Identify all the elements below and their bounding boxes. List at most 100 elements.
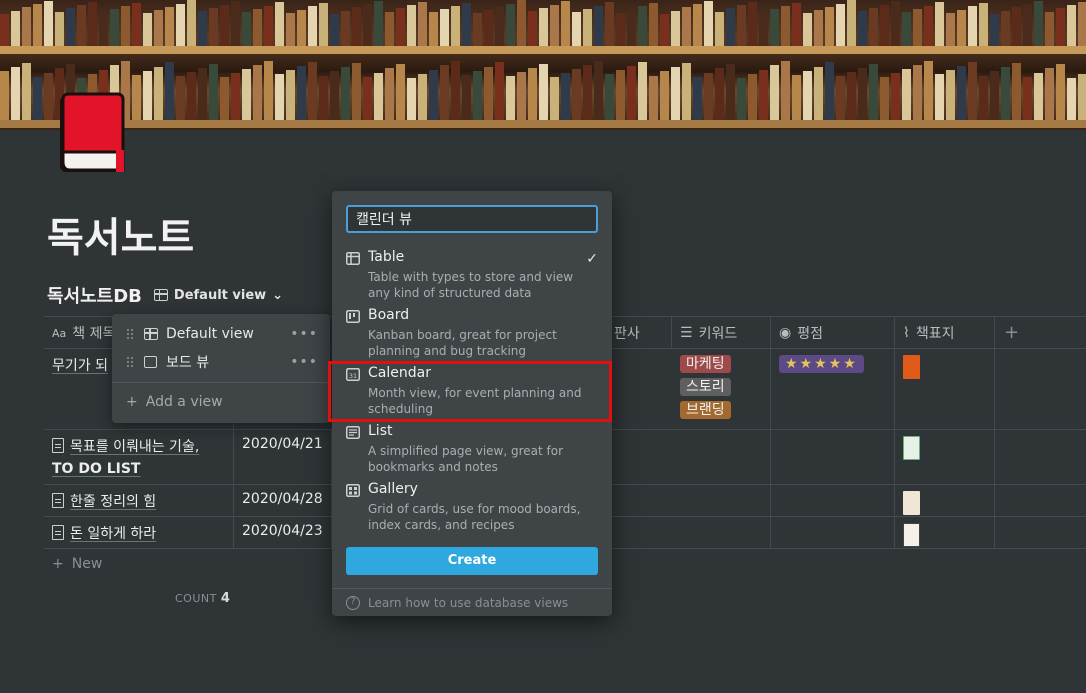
book-cover-thumbnail[interactable] xyxy=(903,491,920,515)
book-spine xyxy=(704,72,713,120)
date-cell[interactable]: 2020/04/28 xyxy=(234,485,332,516)
book-spine xyxy=(143,70,152,120)
cover-cell[interactable] xyxy=(895,430,995,484)
book-spine xyxy=(583,8,592,46)
book-spine xyxy=(286,70,295,120)
book-spine xyxy=(704,0,713,46)
book-spine xyxy=(220,77,229,120)
book-spine xyxy=(594,60,603,120)
book-spine xyxy=(187,0,196,46)
add-column-button[interactable]: + xyxy=(1004,322,1019,343)
view-name-input[interactable] xyxy=(346,205,598,233)
red-book-icon[interactable] xyxy=(56,90,128,178)
book-spine xyxy=(66,8,75,46)
more-icon[interactable]: ••• xyxy=(290,354,318,370)
book-spine xyxy=(99,12,108,46)
book-spine xyxy=(1067,78,1076,120)
keyword-cell[interactable] xyxy=(672,517,771,548)
book-spine xyxy=(429,69,438,120)
book-spine xyxy=(1001,10,1010,46)
table-icon xyxy=(153,289,168,301)
keyword-cell[interactable] xyxy=(672,430,771,484)
keyword-cell[interactable]: 마케팅 스토리 브랜딩 xyxy=(672,349,771,429)
view-type-list[interactable]: List A simplified page view, great for b… xyxy=(332,423,612,475)
book-spine xyxy=(891,73,900,120)
book-spine xyxy=(1034,0,1043,46)
book-spine xyxy=(484,10,493,46)
book-spine xyxy=(968,61,977,120)
title-cell[interactable]: 돈 일하게 하라 xyxy=(44,517,234,548)
view-type-table[interactable]: Table ✓ Table with types to store and vi… xyxy=(332,249,612,301)
keyword-cell[interactable] xyxy=(672,485,771,516)
book-spine xyxy=(990,71,999,120)
book-spine xyxy=(451,61,460,120)
book-cover-thumbnail[interactable] xyxy=(903,436,920,460)
book-spine xyxy=(1078,1,1086,46)
date-cell[interactable]: 2020/04/21 xyxy=(234,430,332,484)
view-item-board[interactable]: 보드 뷰 ••• xyxy=(112,348,330,376)
count-footer[interactable]: COUNT 4 xyxy=(175,591,230,606)
view-switcher[interactable]: Default view ⌄ xyxy=(153,288,283,303)
cover-cell[interactable] xyxy=(895,485,995,516)
book-spine xyxy=(308,6,317,46)
book-spine xyxy=(22,7,31,46)
title-cell[interactable]: 목표를 이뤄내는 기술, TO DO LIST xyxy=(44,430,234,484)
column-header-keyword[interactable]: ☰ 키워드 xyxy=(672,317,771,349)
book-spine xyxy=(462,75,471,120)
book-spine xyxy=(880,4,889,46)
book-spine xyxy=(0,13,9,46)
book-spine xyxy=(869,7,878,46)
title-cell[interactable]: 한줄 정리의 힘 xyxy=(44,485,234,516)
book-spine xyxy=(726,64,735,120)
book-spine xyxy=(374,72,383,120)
column-header-cover[interactable]: ⌇ 책표지 xyxy=(895,317,995,349)
book-spine xyxy=(363,4,372,46)
book-spine xyxy=(253,8,262,46)
rating-cell[interactable] xyxy=(771,517,895,548)
new-row-button[interactable]: + New xyxy=(52,556,102,572)
cover-cell[interactable] xyxy=(895,517,995,548)
book-spine xyxy=(440,9,449,46)
page-title[interactable]: 독서노트 xyxy=(47,205,194,263)
book-spine xyxy=(1045,68,1054,120)
cover-cell[interactable] xyxy=(895,349,995,429)
book-spine xyxy=(264,5,273,46)
book-spine xyxy=(770,9,779,46)
view-type-gallery[interactable]: Gallery Grid of cards, use for mood boar… xyxy=(332,481,612,533)
database-title[interactable]: 독서노트DB xyxy=(47,282,142,308)
column-header-rating[interactable]: ◉ 평점 xyxy=(771,317,895,349)
page-icon xyxy=(52,493,64,508)
book-spine xyxy=(11,10,20,46)
drag-handle-icon[interactable] xyxy=(126,356,134,368)
book-spine xyxy=(803,70,812,120)
drag-handle-icon[interactable] xyxy=(126,328,134,340)
view-item-default[interactable]: Default view ••• xyxy=(112,320,330,348)
book-spine xyxy=(561,73,570,120)
book-spine xyxy=(957,66,966,120)
book-spine xyxy=(396,8,405,46)
list-property-icon: ☰ xyxy=(680,325,693,341)
cover-image xyxy=(0,0,1086,130)
book-spine xyxy=(583,64,592,120)
date-cell[interactable]: 2020/04/23 xyxy=(234,517,332,548)
book-spine xyxy=(286,12,295,46)
view-type-board[interactable]: Board Kanban board, great for project pl… xyxy=(332,307,612,359)
column-header-publisher[interactable]: 판사 xyxy=(610,317,672,349)
rating-cell[interactable] xyxy=(771,485,895,516)
shelf-board xyxy=(0,46,1086,54)
book-spine xyxy=(385,11,394,46)
book-cover-thumbnail[interactable] xyxy=(903,523,920,547)
more-icon[interactable]: ••• xyxy=(290,326,318,342)
book-spine xyxy=(418,73,427,120)
create-button[interactable]: Create xyxy=(346,547,598,575)
book-spine xyxy=(649,75,658,120)
book-spine xyxy=(792,75,801,120)
rating-cell[interactable] xyxy=(771,430,895,484)
add-view-button[interactable]: + Add a view xyxy=(126,394,223,410)
book-spine xyxy=(462,2,471,46)
book-spine xyxy=(517,0,526,46)
rating-cell[interactable]: ★★★★★ xyxy=(771,349,895,429)
book-spine xyxy=(792,2,801,46)
help-link[interactable]: ? Learn how to use database views xyxy=(332,588,612,616)
book-cover-thumbnail[interactable] xyxy=(903,355,920,379)
